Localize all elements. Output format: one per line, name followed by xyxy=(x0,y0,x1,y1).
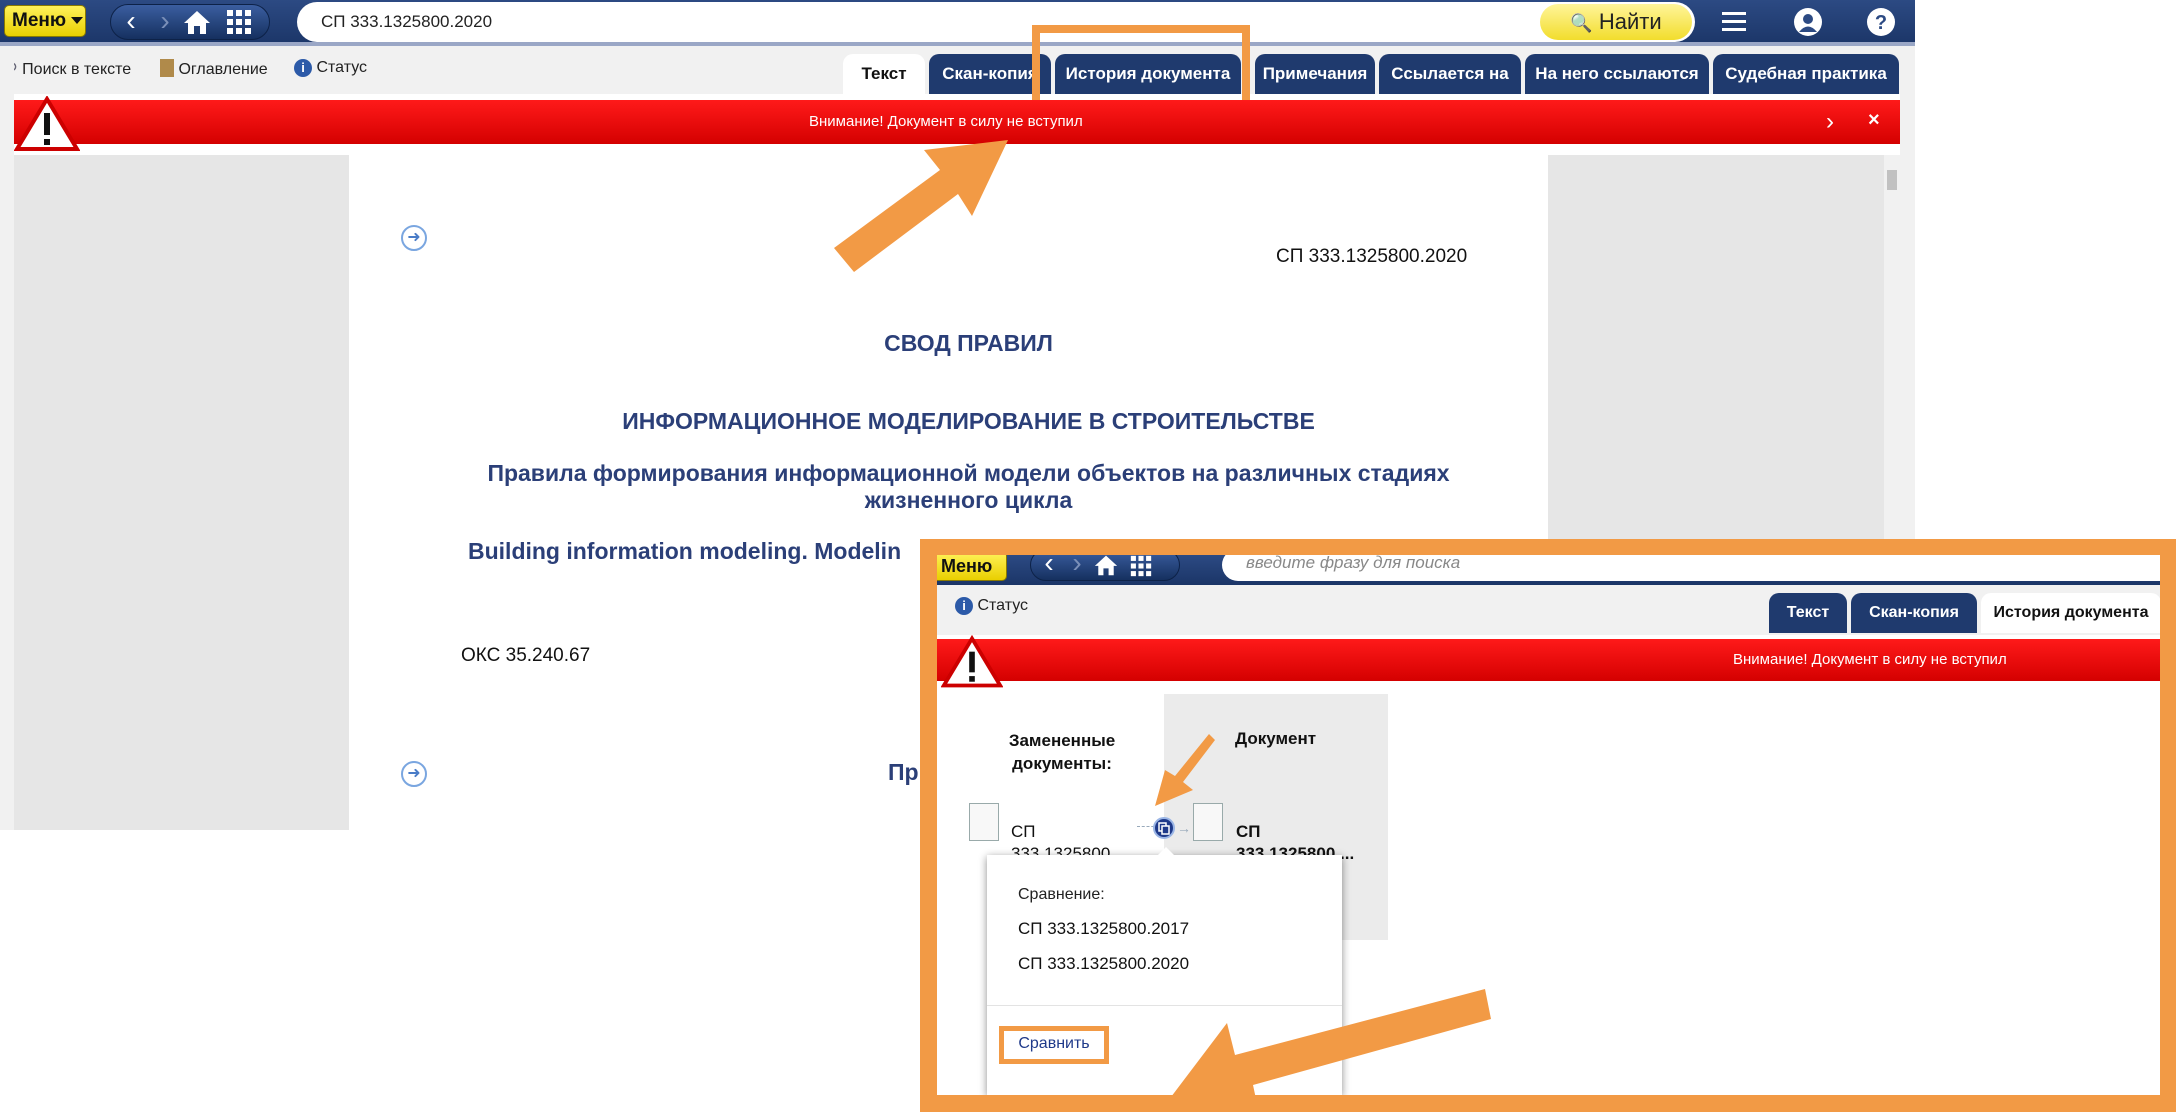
help-icon[interactable]: ? xyxy=(1866,7,1896,37)
inset-menu-label: Меню xyxy=(941,556,993,576)
scroll-thumb[interactable] xyxy=(1887,170,1897,190)
popup-pointer xyxy=(1156,847,1176,857)
compare-toggle-icon[interactable] xyxy=(1153,817,1175,839)
grid-icon[interactable] xyxy=(1130,555,1152,582)
chevron-right-icon[interactable]: › xyxy=(1065,555,1089,579)
tab-text[interactable]: Текст xyxy=(843,54,925,94)
menu-label: Меню xyxy=(12,10,67,31)
warning-next-icon[interactable]: › xyxy=(1826,100,1834,144)
info-warning-icon: i xyxy=(955,597,973,615)
status-label: Статус xyxy=(316,59,368,76)
find-label: Найти xyxy=(1598,9,1662,34)
document-title: ИНФОРМАЦИОННОЕ МОДЕЛИРОВАНИЕ В СТРОИТЕЛЬ… xyxy=(622,408,1315,434)
search-input[interactable]: СП 333.1325800.2020 xyxy=(297,2,1695,42)
tab-notes[interactable]: Примечания xyxy=(1255,54,1375,94)
info-warning-icon: i xyxy=(294,59,312,77)
inset-menu-button[interactable]: Меню xyxy=(937,555,1007,599)
document-heading: СВОД ПРАВИЛ xyxy=(884,330,1053,356)
document-header: Документ xyxy=(1235,729,1317,748)
document-oks-code: ОКС 35.240.67 xyxy=(461,645,591,666)
document-fragment: Пр xyxy=(888,759,919,785)
chevron-right-icon[interactable]: › xyxy=(150,4,180,38)
document-code: СП 333.1325800.2020 xyxy=(1276,246,1468,267)
status-button[interactable]: i Статус xyxy=(294,59,367,77)
contents-button[interactable]: Оглавление xyxy=(160,59,268,79)
compare-item-2017[interactable]: СП 333.1325800.2017 xyxy=(1018,919,1189,939)
inset-warning-text: Внимание! Документ в силу не вступил xyxy=(1733,651,2007,668)
home-icon[interactable] xyxy=(1093,555,1119,582)
menu-button[interactable]: Меню xyxy=(4,5,86,37)
warning-triangle-icon xyxy=(13,95,81,152)
document-file-icon xyxy=(969,803,999,841)
circle-arrow-icon[interactable]: ➜ xyxy=(401,225,427,251)
home-icon[interactable] xyxy=(182,8,212,36)
inset-search-input[interactable]: введите фразу для поиска xyxy=(1222,555,2160,581)
circle-arrow-icon[interactable]: ➜ xyxy=(401,761,427,787)
compare-button[interactable]: Сравнить xyxy=(999,1026,1109,1064)
warning-close-icon[interactable]: × xyxy=(1868,100,1880,140)
svg-text:?: ? xyxy=(1875,12,1887,34)
search-in-text-label: Поиск в тексте xyxy=(22,61,132,78)
search-icon: 🔍 xyxy=(1570,13,1593,33)
user-icon[interactable] xyxy=(1793,7,1823,37)
replaced-header-line1: Замененные xyxy=(1008,731,1116,750)
inset-tab-document-history[interactable]: История документа xyxy=(1981,593,2160,633)
grid-icon[interactable] xyxy=(226,9,252,35)
book-icon xyxy=(160,59,174,77)
document-subtitle-line2: жизненного цикла xyxy=(864,487,1073,513)
tab-refers-to[interactable]: Ссылается на xyxy=(1379,54,1521,94)
content-border-left xyxy=(0,46,14,830)
replaced-header-line2: документы: xyxy=(1012,754,1112,773)
inset-status-label: Статус xyxy=(977,597,1029,614)
orange-arrow-icon xyxy=(1153,730,1217,810)
replaced-documents-header: Замененные документы: xyxy=(987,729,1137,775)
chevron-left-icon[interactable]: ‹ xyxy=(1037,555,1061,579)
chevron-left-icon[interactable]: ‹ xyxy=(116,4,146,38)
caret-down-icon xyxy=(71,17,84,25)
inset-tab-text[interactable]: Текст xyxy=(1769,593,1847,633)
document-english-title: Building information modeling. Modelin xyxy=(468,538,902,564)
warning-triangle-icon xyxy=(940,634,1004,694)
contents-label: Оглавление xyxy=(178,61,268,78)
menu-icon[interactable] xyxy=(1720,8,1748,36)
replaced-doc-line1: СП xyxy=(1011,822,1036,841)
connector-arrow-icon: → xyxy=(1177,820,1191,836)
document-subtitle-line1: Правила формирования информационной моде… xyxy=(487,460,1450,486)
highlight-history-tab xyxy=(1032,25,1250,111)
inset-tab-scan-copy[interactable]: Скан-копия xyxy=(1851,593,1977,633)
tab-referenced-by[interactable]: На него ссылаются xyxy=(1525,54,1709,94)
orange-arrow-icon xyxy=(820,130,1020,280)
orange-arrow-icon xyxy=(1163,969,1493,1095)
current-doc-line1: СП xyxy=(1236,822,1261,841)
search-in-text-button[interactable]: ⚲ Поиск в тексте xyxy=(6,59,131,79)
find-button[interactable]: 🔍 Найти xyxy=(1540,4,1692,40)
compare-title: Сравнение: xyxy=(1018,886,1105,903)
tab-court-practice[interactable]: Судебная практика xyxy=(1713,54,1899,94)
inset-window: Меню ‹ › введите фразу для поиска i Стат… xyxy=(937,555,2160,1095)
inset-status-button[interactable]: i Статус xyxy=(955,597,1028,615)
